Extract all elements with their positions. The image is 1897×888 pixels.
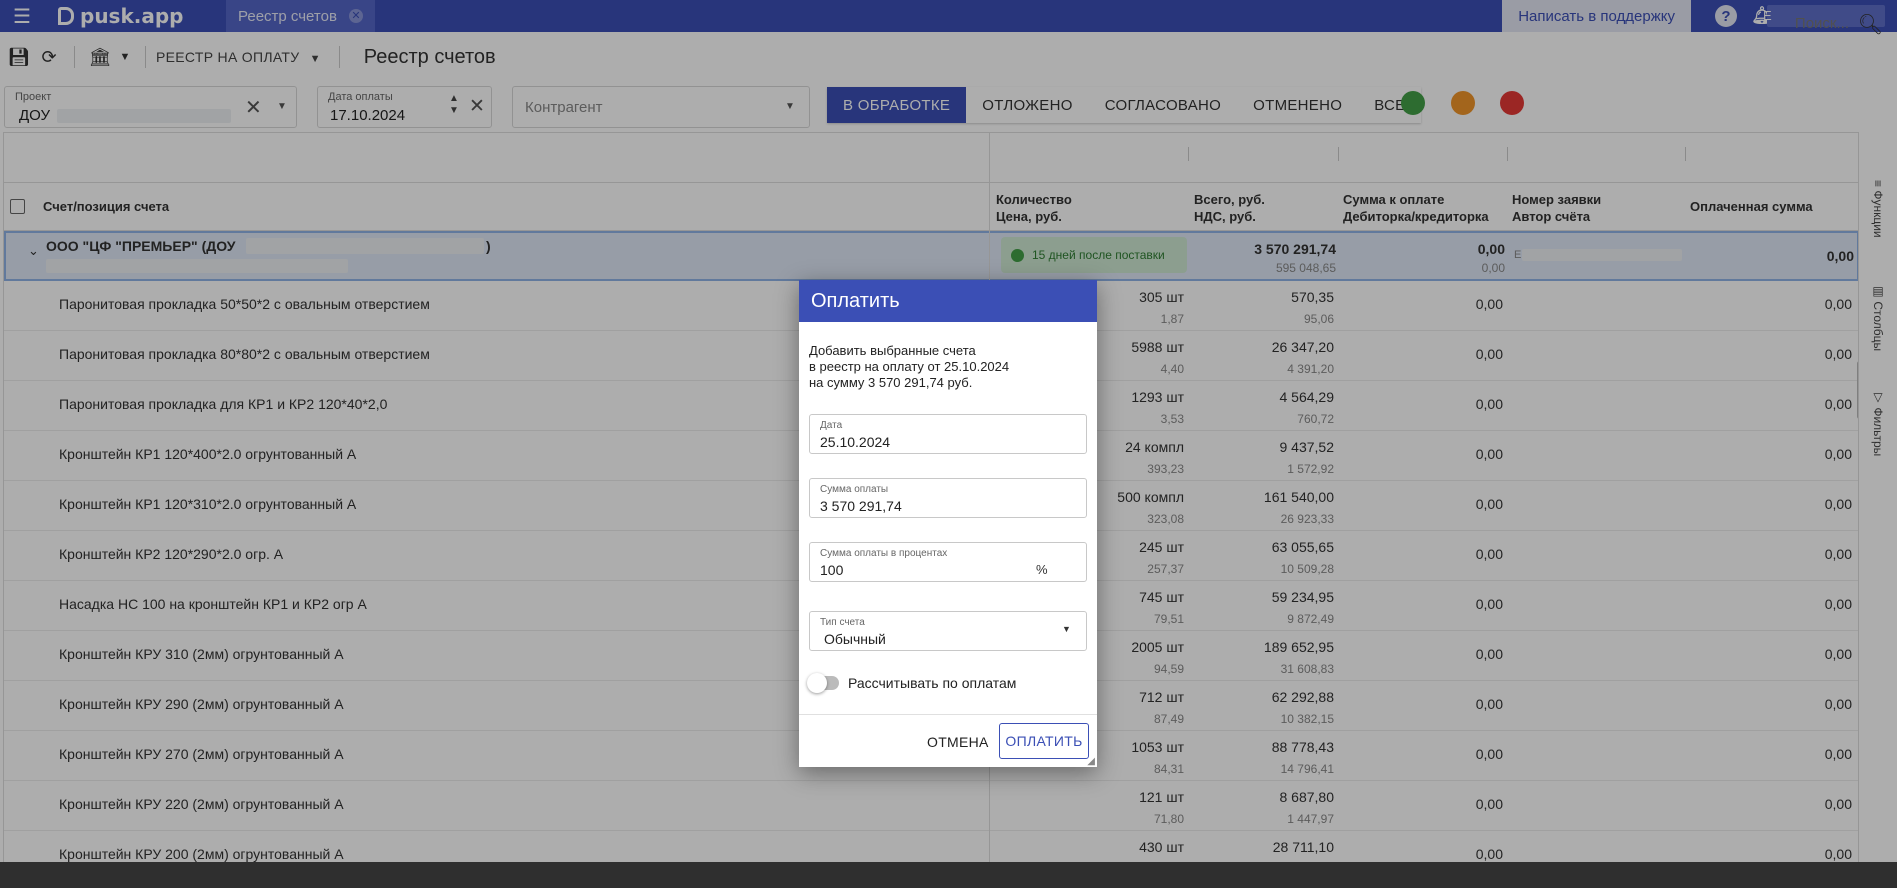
percent-unit: % xyxy=(1036,562,1048,577)
chevron-down-icon[interactable]: ▼ xyxy=(1062,624,1071,634)
pay-button[interactable]: ОПЛАТИТЬ xyxy=(999,723,1089,759)
sum-field-value: 3 570 291,74 xyxy=(820,498,902,514)
bottom-strip xyxy=(0,862,1897,888)
date-field-value: 25.10.2024 xyxy=(820,434,891,450)
calc-by-payments-toggle[interactable] xyxy=(807,673,839,693)
dialog-description: Добавить выбранные счета в реестр на опл… xyxy=(809,343,1009,391)
payment-percent-field[interactable]: Сумма оплаты в процентах 100 % xyxy=(809,542,1087,582)
sum-field-label: Сумма оплаты xyxy=(820,484,889,495)
toggle-label: Рассчитывать по оплатам xyxy=(848,675,1017,691)
description-line-3: на сумму 3 570 291,74 руб. xyxy=(809,375,973,390)
resize-handle-icon[interactable]: ◢ xyxy=(1087,756,1095,767)
invoice-type-select[interactable]: Тип счета Обычный ▼ xyxy=(809,611,1087,651)
date-field[interactable]: Дата 25.10.2024 xyxy=(809,414,1087,454)
percent-field-value: 100 xyxy=(820,562,844,578)
date-field-label: Дата xyxy=(820,420,843,431)
payment-sum-field[interactable]: Сумма оплаты 3 570 291,74 xyxy=(809,478,1087,518)
percent-field-label: Сумма оплаты в процентах xyxy=(820,548,948,559)
pay-dialog: Оплатить Добавить выбранные счета в реес… xyxy=(799,280,1097,767)
dialog-divider xyxy=(799,714,1097,715)
dialog-title: Оплатить xyxy=(799,280,1097,322)
description-line-2: в реестр на оплату от 25.10.2024 xyxy=(809,359,1010,374)
type-field-label: Тип счета xyxy=(820,617,865,628)
toggle-knob xyxy=(807,673,827,693)
type-field-value: Обычный xyxy=(824,631,886,647)
description-line-1: Добавить выбранные счета xyxy=(809,343,976,358)
cancel-button[interactable]: ОТМЕНА xyxy=(927,725,989,759)
